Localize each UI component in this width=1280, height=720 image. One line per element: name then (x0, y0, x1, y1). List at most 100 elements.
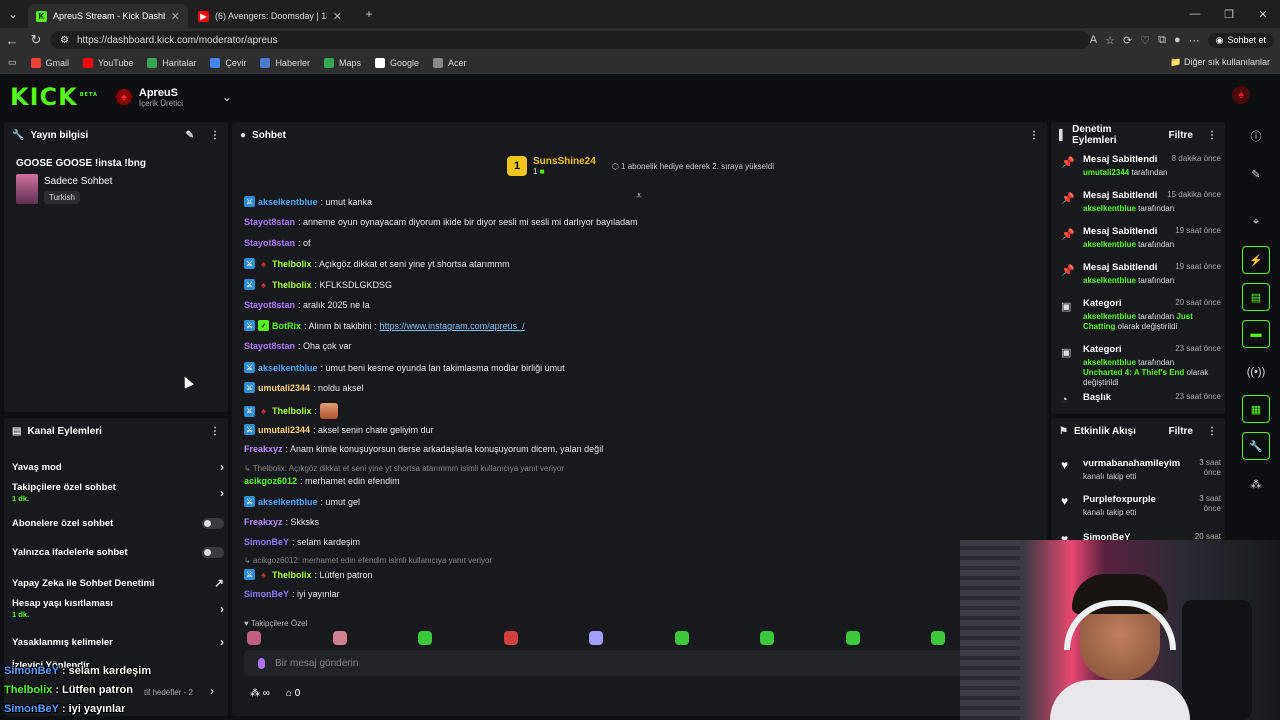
channel-action-row[interactable]: Yalnızca ifadelerle sohbet (12, 547, 224, 558)
bookmark-haberler[interactable]: Haberler (260, 57, 310, 68)
new-tab-button[interactable]: + (356, 0, 382, 28)
read-aloud-icon[interactable]: A (1090, 34, 1097, 46)
chat-username[interactable]: Thelbolix (272, 570, 312, 580)
channel-action-row[interactable]: Takipçilere özel sohbet 1 dk. › (12, 482, 224, 503)
activity-user[interactable]: Purplefoxpurple (1083, 494, 1156, 505)
bookmark-haritalar[interactable]: Haritalar (147, 57, 196, 68)
chat-username[interactable]: akselkentblue (258, 497, 318, 507)
bookmark-acer[interactable]: Acer (433, 57, 467, 68)
user-avatar[interactable]: ♠ (1232, 86, 1250, 104)
channel-action-row[interactable]: Yasaklanmış kelimeler › (12, 635, 224, 649)
activity-user[interactable]: vurmabanahamileyim (1083, 458, 1180, 469)
emote-icon[interactable] (760, 631, 774, 645)
wrench-settings-icon[interactable]: 🔧 (1242, 432, 1270, 460)
mod-view-icon[interactable]: ⌖ (1242, 208, 1270, 236)
broadcast-icon[interactable]: ((•)) (1242, 358, 1270, 386)
chat-username[interactable]: Thelbolix (272, 280, 312, 290)
chevron-right-icon[interactable]: › (220, 635, 224, 649)
url-field[interactable]: ⚙ https://dashboard.kick.com/moderator/a… (50, 31, 1090, 49)
maximize-icon[interactable]: ❐ (1212, 0, 1246, 28)
bookmark-çevir[interactable]: Çevir (210, 57, 246, 68)
copilot-button[interactable]: ◉ Sohbet et (1207, 32, 1274, 48)
reading-list-icon[interactable]: ▭ (8, 57, 17, 68)
document-icon[interactable]: ▤ (1242, 283, 1270, 311)
emote-icon[interactable] (418, 631, 432, 645)
chat-username[interactable]: Thelbolix (272, 259, 312, 269)
close-window-icon[interactable]: ✕ (1246, 0, 1280, 28)
mic-icon[interactable] (258, 657, 265, 669)
bookmark-maps[interactable]: Maps (323, 57, 361, 68)
more-vertical-icon[interactable]: ⋮ (1207, 130, 1217, 141)
edit-pencil-icon[interactable]: ✎ (186, 130, 194, 141)
bookmark-youtube[interactable]: YouTube (83, 57, 133, 68)
refresh-icon[interactable]: ↻ (24, 28, 48, 52)
other-favorites-button[interactable]: 📁 Diğer sık kullanılanlar (1170, 57, 1270, 68)
chevron-right-icon[interactable]: › (220, 602, 224, 616)
collections-icon[interactable]: ⧉ (1158, 34, 1166, 47)
more-menu-icon[interactable]: ⋯ (1189, 34, 1200, 47)
toggle-switch[interactable] (202, 518, 224, 529)
log-user[interactable]: akselkentblue (1083, 204, 1136, 213)
chat-username[interactable]: umutali2344 (258, 425, 310, 435)
more-vertical-icon[interactable]: ⋮ (1029, 130, 1039, 141)
info-icon[interactable]: ⓘ (1242, 122, 1270, 150)
minimize-icon[interactable]: — (1178, 0, 1212, 28)
bookmark-gmail[interactable]: Gmail (30, 57, 69, 68)
emote-icon[interactable] (931, 631, 945, 645)
more-vertical-icon[interactable]: ⋮ (1207, 426, 1217, 437)
chat-username[interactable]: SimonBeY (244, 537, 289, 547)
edit-icon[interactable]: ✎ (1242, 160, 1270, 188)
browser-essentials-icon[interactable]: ♡ (1140, 34, 1150, 47)
chat-username[interactable]: acikgoz6012 (244, 476, 297, 486)
more-vertical-icon[interactable]: ⋮ (210, 130, 220, 141)
tab-kick-dashboard[interactable]: K ApreuS Stream - Kick Dashboard ✕ (28, 4, 188, 28)
chevron-right-icon[interactable]: › (210, 684, 214, 698)
channel-action-row[interactable]: Abonelere özel sohbet (12, 518, 224, 529)
chat-icon[interactable]: ▬ (1242, 320, 1270, 348)
chat-input[interactable]: Bir mesaj gönderin (244, 650, 964, 676)
toggle-switch[interactable] (202, 547, 224, 558)
kick-logo[interactable]: KICK BETA (10, 83, 98, 111)
chat-username[interactable]: BotRix (272, 321, 301, 331)
layout-icon[interactable]: ▦ (1242, 395, 1270, 423)
emote-icon[interactable] (589, 631, 603, 645)
connections-icon[interactable]: ⁂ (1242, 470, 1270, 498)
log-user[interactable]: akselkentblue (1083, 312, 1136, 321)
chevron-right-icon[interactable]: › (220, 486, 224, 500)
gifter-name[interactable]: SunsShine24 (533, 156, 596, 167)
channel-switcher[interactable]: ♠ ApreuS İçerik Üretici ⌄ (115, 87, 232, 108)
store-button[interactable]: ⌂ 0 (286, 688, 300, 699)
filter-button[interactable]: Filtre (1169, 130, 1193, 141)
chat-username[interactable]: Stayot8stan (244, 300, 295, 310)
log-user[interactable]: akselkentblue (1083, 240, 1136, 249)
chat-username[interactable]: Freakxyz (244, 444, 283, 454)
log-user[interactable]: akselkentblue (1083, 276, 1136, 285)
emote-icon[interactable] (247, 631, 261, 645)
chat-username[interactable]: Stayot8stan (244, 341, 295, 351)
tab-list-button[interactable]: ⌄ (0, 0, 26, 28)
close-tab-icon[interactable]: ✕ (333, 10, 342, 23)
chat-username[interactable]: Stayot8stan (244, 238, 295, 248)
channel-action-row[interactable]: Yapay Zeka ile Sohbet Denetimi ↗ (12, 576, 224, 590)
channel-action-row[interactable]: Yavaş mod › (12, 460, 224, 474)
lightning-icon[interactable]: ⚡ (1242, 246, 1270, 274)
log-user[interactable]: akselkentblue (1083, 358, 1136, 367)
back-icon[interactable]: ← (0, 28, 24, 52)
chat-username[interactable]: akselkentblue (258, 197, 318, 207)
log-user[interactable]: umutali2344 (1083, 168, 1129, 177)
chat-username[interactable]: Stayot8stan (244, 217, 295, 227)
emote-icon[interactable] (503, 631, 518, 645)
profile-avatar[interactable]: ● (1174, 34, 1181, 46)
channel-action-row[interactable]: Hesap yaşı kısıtlaması 1 dk. › (12, 598, 224, 619)
site-info-icon[interactable]: ⚙ (60, 35, 69, 46)
external-link-icon[interactable]: ↗ (214, 576, 224, 590)
bookmark-google[interactable]: Google (374, 57, 419, 68)
tab-youtube[interactable]: ▶ (6) Avengers: Doomsday | 18 Aralık ✕ (190, 4, 350, 28)
extensions-icon[interactable]: ⟳ (1123, 34, 1132, 47)
chat-username[interactable]: akselkentblue (258, 363, 318, 373)
chevron-down-icon[interactable]: ⌄ (222, 90, 232, 104)
chevron-right-icon[interactable]: › (220, 460, 224, 474)
chat-link[interactable]: https://www.instagram.com/apreus_/ (380, 321, 525, 331)
emote-icon[interactable] (332, 631, 347, 645)
chat-username[interactable]: Freakxyz (244, 517, 283, 527)
